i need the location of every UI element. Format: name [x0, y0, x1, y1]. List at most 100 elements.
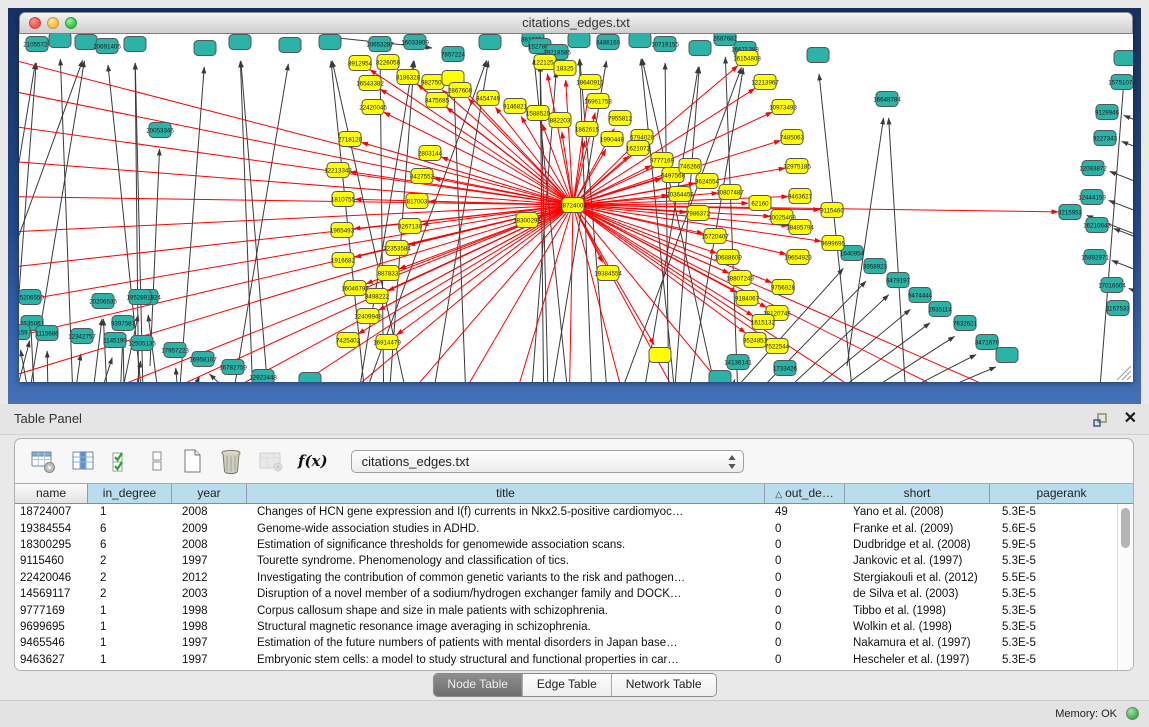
table-cell[interactable]: 1	[88, 605, 172, 617]
table-cell[interactable]: 18300295	[15, 539, 88, 551]
table-row[interactable]: 946554611997Estimation of the future num…	[15, 635, 1133, 651]
graph-node[interactable]: 7955812	[608, 111, 633, 126]
table-cell[interactable]: 0	[765, 637, 845, 649]
graph-node[interactable]: 9699695	[821, 236, 846, 251]
column-header-title[interactable]: title	[247, 484, 765, 503]
graph-node[interactable]: 39159	[19, 325, 30, 340]
graph-node[interactable]: 12505135	[128, 336, 156, 351]
table-cell[interactable]: 1997	[172, 555, 247, 567]
column-header-pagerank[interactable]: pagerank	[990, 484, 1133, 503]
graph-node[interactable]: 1621072	[626, 141, 651, 156]
table-cell[interactable]: 2008	[172, 539, 247, 551]
graph-node[interactable]: 20691406	[93, 39, 121, 54]
graph-node[interactable]: 20053346	[146, 123, 174, 138]
table-cell[interactable]: 1	[88, 637, 172, 649]
table-cell[interactable]: Yano et al. (2008)	[845, 506, 990, 518]
table-row[interactable]: 1830029562008Estimation of significance …	[15, 537, 1133, 553]
column-header-short[interactable]: short	[845, 484, 990, 503]
function-builder-button[interactable]: f(x)	[296, 445, 330, 477]
table-cell[interactable]: 9777169	[15, 605, 88, 617]
graph-node[interactable]: 1990448	[600, 132, 625, 147]
network-canvas[interactable]: 2105572420691406106532871603380978572248…	[19, 34, 1133, 382]
table-row[interactable]: 1456911722003Disruption of a novel membe…	[15, 586, 1133, 602]
graph-node[interactable]: 7522544	[765, 339, 790, 354]
graph-node[interactable]: 19654923	[784, 250, 812, 265]
graph-node[interactable]: 9756928	[771, 280, 796, 295]
graph-node[interactable]: 18807249	[726, 271, 754, 286]
graph-node[interactable]: 6479197	[886, 273, 911, 288]
table-cell[interactable]: 1997	[172, 654, 247, 666]
table-cell[interactable]: Structural magnetic resonance image aver…	[247, 621, 765, 633]
table-cell[interactable]: 18724007	[15, 506, 88, 518]
table-cell[interactable]: 5.3E-5	[990, 588, 1133, 600]
graph-node[interactable]: 8215953	[1058, 205, 1083, 220]
network-window-titlebar[interactable]: citations_edges.txt	[19, 12, 1133, 34]
graph-node[interactable]: 1615132	[751, 315, 776, 330]
table-cell[interactable]: 2	[88, 572, 172, 584]
table-cell[interactable]: 5.5E-5	[990, 572, 1133, 584]
graph-node[interactable]	[649, 348, 671, 363]
graph-node[interactable]: 16210643	[1083, 218, 1111, 233]
graph-node[interactable]: 8475685	[425, 93, 450, 108]
graph-node[interactable]	[1114, 51, 1133, 66]
scrollbar-thumb[interactable]	[1121, 508, 1130, 548]
table-cell[interactable]: 5.6E-5	[990, 523, 1133, 535]
table-cell[interactable]: 0	[765, 523, 845, 535]
graph-node[interactable]: 1733426	[773, 361, 798, 376]
graph-node[interactable]: 18495794	[786, 220, 814, 235]
table-cell[interactable]: 14569117	[15, 588, 88, 600]
table-cell[interactable]: 0	[765, 539, 845, 551]
graph-node[interactable]	[689, 41, 711, 56]
table-cell[interactable]: 5.3E-5	[990, 605, 1133, 617]
graph-node[interactable]: 8454749	[476, 91, 501, 106]
graph-node[interactable]: 7986372	[686, 206, 711, 221]
graph-node[interactable]: 746266	[679, 159, 701, 174]
graph-node[interactable]: 1916682	[331, 253, 356, 268]
graph-node[interactable]: 2935114	[928, 302, 952, 317]
graph-node[interactable]	[279, 38, 301, 53]
graph-node[interactable]: 7485063	[780, 130, 805, 145]
table-cell[interactable]: 0	[765, 555, 845, 567]
table-cell[interactable]: Estimation of the future numbers of pati…	[247, 637, 765, 649]
table-cell[interactable]: 5.3E-5	[990, 654, 1133, 666]
tab-network-table[interactable]: Network Table	[611, 674, 716, 696]
table-cell[interactable]: 5.9E-5	[990, 539, 1133, 551]
delete-column-button[interactable]	[216, 445, 246, 477]
table-cell[interactable]: de Silva et al. (2003)	[845, 588, 990, 600]
graph-node[interactable]: 8226058	[376, 55, 401, 70]
graph-node[interactable]: 10653287	[366, 37, 394, 52]
graph-node[interactable]: 16648784	[873, 92, 901, 107]
graph-node[interactable]: 62160	[749, 196, 771, 211]
graph-node[interactable]: 16961758	[584, 94, 612, 109]
table-cell[interactable]: 1	[88, 621, 172, 633]
graph-node[interactable]: 8186328	[396, 70, 421, 85]
table-cell[interactable]: 9699695	[15, 621, 88, 633]
graph-node[interactable]: 16154808	[733, 51, 761, 66]
table-cell[interactable]: Corpus callosum shape and size in male p…	[247, 605, 765, 617]
graph-node[interactable]: 12409948	[354, 309, 382, 324]
table-cell[interactable]: 6	[88, 539, 172, 551]
graph-node[interactable]: 10973493	[769, 100, 797, 115]
show-column-button[interactable]	[68, 445, 98, 477]
network-canvas-svg[interactable]: 2105572420691406106532871603380978572248…	[19, 34, 1133, 382]
graph-node[interactable]	[996, 348, 1018, 363]
table-cell[interactable]: 0	[765, 572, 845, 584]
graph-node[interactable]: 9227343	[1093, 131, 1118, 146]
select-columns-button[interactable]	[108, 445, 136, 477]
table-cell[interactable]: Wolkin et al. (1998)	[845, 621, 990, 633]
table-cell[interactable]: Changes of HCN gene expression and I(f) …	[247, 506, 765, 518]
graph-node[interactable]: 8427552	[410, 169, 435, 184]
graph-node[interactable]: 20206536	[89, 294, 117, 309]
tab-edge-table[interactable]: Edge Table	[522, 674, 611, 696]
graph-node[interactable]: 9524851	[743, 333, 768, 348]
table-cell[interactable]: 0	[765, 605, 845, 617]
table-cell[interactable]: Franke et al. (2009)	[845, 523, 990, 535]
graph-node[interactable]	[629, 34, 651, 48]
graph-node[interactable]: 1115686	[35, 326, 59, 341]
resize-grip-icon[interactable]	[1122, 371, 1131, 380]
graph-node[interactable]: 7632621	[953, 316, 978, 331]
import-table-button-disabled[interactable]	[256, 445, 286, 477]
graph-node[interactable]: 18300295	[513, 213, 541, 228]
graph-node[interactable]: 20364456	[666, 187, 694, 202]
graph-node[interactable]: 17957223	[161, 343, 189, 358]
